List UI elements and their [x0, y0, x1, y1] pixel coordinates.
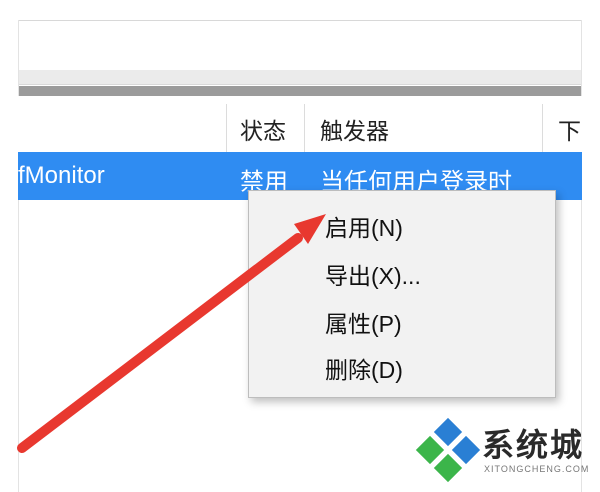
task-list-header: 状态 触发器 下 — [18, 96, 582, 153]
toolbar-band — [18, 70, 582, 85]
column-separator[interactable] — [226, 104, 227, 152]
menu-item-label: 删除(D) — [325, 357, 403, 383]
logo-diamond-icon — [451, 435, 481, 465]
logo-diamond-icon — [433, 453, 463, 483]
menu-item-label: 属性(P) — [325, 311, 402, 337]
logo-diamond-icon — [415, 435, 445, 465]
menu-item-enable[interactable]: 启用(N) — [249, 199, 555, 245]
menu-item-export[interactable]: 导出(X)... — [249, 247, 555, 293]
column-header-next[interactable]: 下 — [558, 112, 581, 146]
menu-item-delete[interactable]: 删除(D) — [249, 341, 555, 387]
column-header-status[interactable]: 状态 — [240, 112, 286, 146]
column-separator[interactable] — [304, 104, 305, 152]
menu-item-label: 导出(X)... — [325, 263, 421, 289]
left-border — [18, 20, 19, 492]
pane-splitter[interactable] — [18, 86, 582, 96]
menu-item-label: 启用(N) — [325, 215, 403, 241]
column-separator[interactable] — [542, 104, 543, 152]
watermark-domain: XITONGCHENG.COM — [484, 464, 590, 474]
logo-diamond-icon — [433, 417, 463, 447]
menu-item-properties[interactable]: 属性(P) — [249, 295, 555, 341]
watermark: 系统城 XITONGCHENG.COM — [410, 417, 592, 483]
task-name-cell: fMonitor — [18, 162, 105, 189]
window-divider — [18, 20, 582, 21]
watermark-brand: 系统城 — [482, 427, 585, 463]
context-menu: 启用(N) 导出(X)... 属性(P) 删除(D) — [248, 190, 556, 398]
column-header-trigger[interactable]: 触发器 — [320, 112, 389, 146]
